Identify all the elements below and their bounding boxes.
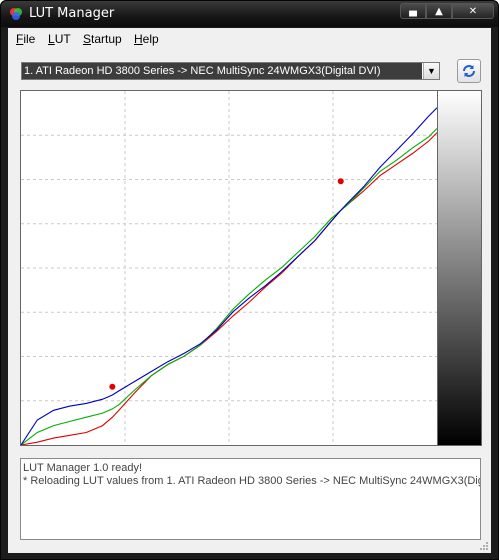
close-button[interactable]: ✕ — [452, 3, 494, 19]
menu-lut[interactable]: LUT — [48, 32, 71, 46]
title-bar[interactable]: LUT Manager ▄ ▲ ✕ — [1, 1, 498, 27]
color-circles-icon — [10, 8, 22, 20]
refresh-button[interactable] — [457, 59, 481, 83]
maximize-icon: ▲ — [435, 5, 443, 17]
minimize-icon: ▄ — [409, 5, 417, 17]
resize-grip-icon[interactable] — [479, 541, 489, 551]
menu-bar: File LUT Startup Help — [8, 28, 491, 50]
client-area: File LUT Startup Help 1. ATI Radeon HD 3… — [8, 28, 491, 553]
refresh-icon — [463, 65, 475, 77]
lut-curve-plot — [20, 91, 438, 446]
gray-gradient-bar — [438, 90, 482, 446]
minimize-button[interactable]: ▄ — [400, 3, 426, 19]
chevron-down-icon[interactable]: ▼ — [423, 63, 439, 79]
close-icon: ✕ — [468, 5, 478, 17]
control-point-1[interactable] — [109, 383, 116, 390]
log-line: LUT Manager 1.0 ready! — [23, 462, 143, 474]
app-window: LUT Manager ▄ ▲ ✕ File LUT Startup Help … — [0, 0, 499, 560]
log-output[interactable]: LUT Manager 1.0 ready! * Reloading LUT v… — [20, 458, 481, 540]
menu-help[interactable]: Help — [134, 32, 159, 46]
lut-curve-chart[interactable] — [20, 90, 438, 446]
control-point-2[interactable] — [337, 178, 344, 185]
device-select-value: 1. ATI Radeon HD 3800 Series -> NEC Mult… — [22, 63, 422, 79]
menu-startup[interactable]: Startup — [83, 32, 122, 46]
window-title: LUT Manager — [29, 6, 115, 21]
device-select[interactable]: 1. ATI Radeon HD 3800 Series -> NEC Mult… — [21, 62, 440, 80]
log-line: * Reloading LUT values from 1. ATI Radeo… — [23, 475, 481, 487]
menu-file[interactable]: File — [16, 32, 35, 46]
maximize-button[interactable]: ▲ — [426, 3, 452, 19]
